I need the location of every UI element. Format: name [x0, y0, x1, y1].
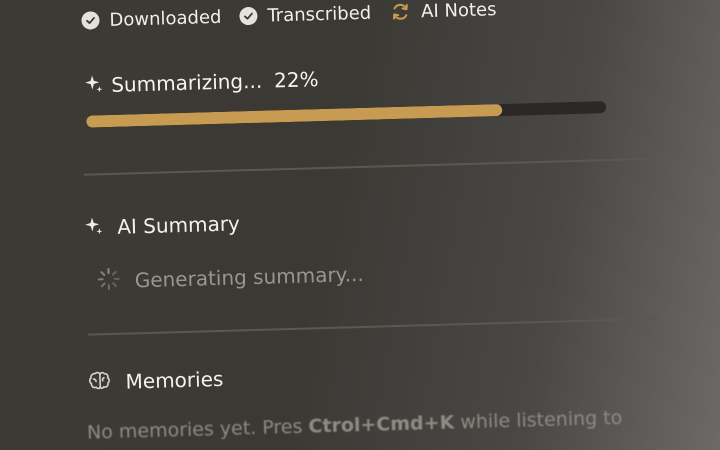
step-label: Transcribed [267, 2, 372, 27]
processing-panel: Downloaded Transcribed AI Notes Summariz… [0, 0, 720, 450]
refresh-icon [389, 1, 412, 24]
sparkle-icon [83, 215, 104, 240]
sparkle-icon [83, 73, 104, 98]
processing-steps: Downloaded Transcribed AI Notes [81, 0, 497, 32]
divider [88, 317, 659, 336]
memories-header: Memories [87, 366, 224, 396]
check-icon [81, 11, 100, 30]
progress-bar-fill [86, 104, 503, 128]
step-label: Downloaded [109, 6, 222, 31]
progress-label: Summarizing... [110, 68, 263, 97]
ai-summary-title: AI Summary [116, 211, 241, 239]
memories-title: Memories [125, 366, 224, 394]
step-transcribed: Transcribed [239, 2, 371, 27]
memories-empty-text: No memories yet. Pres Ctrol+Cmd+K while … [87, 407, 623, 444]
memories-empty-suffix: while listening to [460, 406, 623, 434]
brain-icon [87, 369, 112, 396]
step-ai-notes: AI Notes [389, 0, 497, 23]
check-icon [239, 6, 258, 26]
keyboard-shortcut: Ctrol+Cmd+K [308, 411, 455, 438]
divider [83, 157, 654, 176]
progress-percent: 22% [273, 67, 319, 93]
summarizing-progress: Summarizing... 22% [83, 67, 319, 98]
step-downloaded: Downloaded [81, 6, 222, 31]
memories-empty-prefix: No memories yet. Pres [86, 415, 303, 444]
progress-bar [86, 101, 607, 128]
ai-summary-header: AI Summary [83, 211, 240, 239]
step-label: AI Notes [420, 0, 497, 22]
loading-spinner-icon [96, 267, 121, 296]
ai-summary-status-text: Generating summary... [134, 261, 364, 293]
ai-summary-status: Generating summary... [96, 260, 364, 295]
